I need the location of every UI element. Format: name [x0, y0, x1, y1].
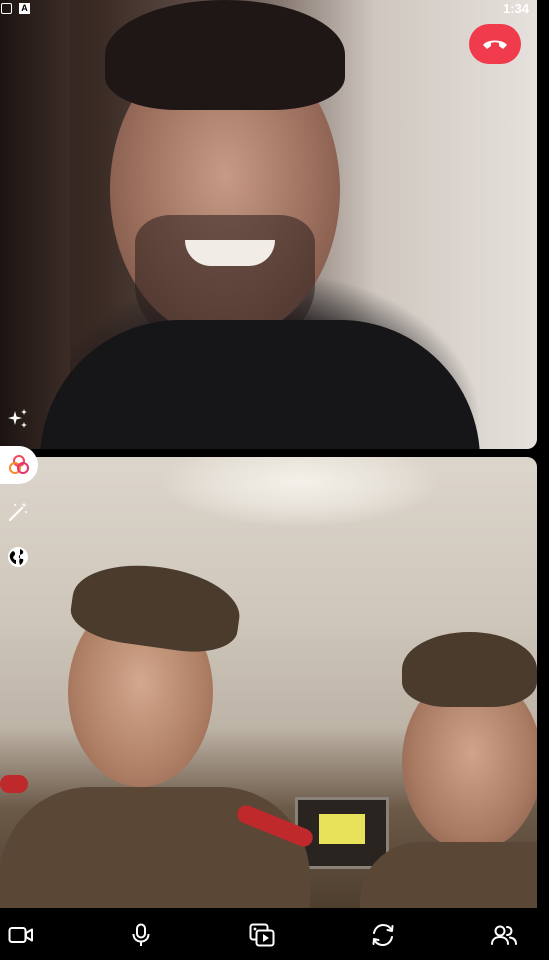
mic-toggle-button[interactable]: [127, 922, 155, 948]
globe-button[interactable]: [4, 543, 32, 571]
status-time: 1:34: [502, 1, 529, 16]
phone-hangup-icon: [483, 40, 507, 49]
media-share-button[interactable]: [248, 922, 276, 948]
participants-button[interactable]: [490, 922, 518, 948]
cadet-right-beret: [402, 632, 537, 707]
magic-wand-button[interactable]: [4, 498, 32, 526]
video-camera-icon: [8, 927, 33, 943]
flip-camera-button[interactable]: [369, 922, 397, 948]
microphone-icon: [132, 923, 150, 946]
magic-wand-icon: [8, 502, 27, 522]
screen-icon: [1, 3, 12, 14]
remote-video-tile[interactable]: [0, 0, 537, 449]
bottom-toolbar: [0, 908, 549, 960]
media-share-icon: [249, 923, 275, 947]
a-icon: A: [19, 3, 30, 14]
sparkles-icon: [8, 409, 27, 428]
person-smile: [185, 240, 275, 266]
end-call-button[interactable]: [469, 24, 521, 64]
cadet-left-uniform: [0, 787, 310, 908]
participants-icon: [491, 925, 517, 945]
cadet-right-uniform: [360, 842, 537, 908]
person-shirt: [40, 320, 480, 449]
lens-icon: [9, 455, 29, 474]
door-frame: [0, 0, 70, 449]
globe-icon: [8, 547, 28, 567]
video-toggle-button[interactable]: [7, 922, 35, 948]
lens-button[interactable]: [0, 446, 38, 484]
self-video-tile[interactable]: [0, 457, 537, 908]
flip-camera-icon: [372, 923, 394, 947]
sparkles-button[interactable]: [4, 405, 32, 433]
status-bar: A 1:34: [0, 0, 549, 18]
red-flash-left: [0, 775, 28, 793]
